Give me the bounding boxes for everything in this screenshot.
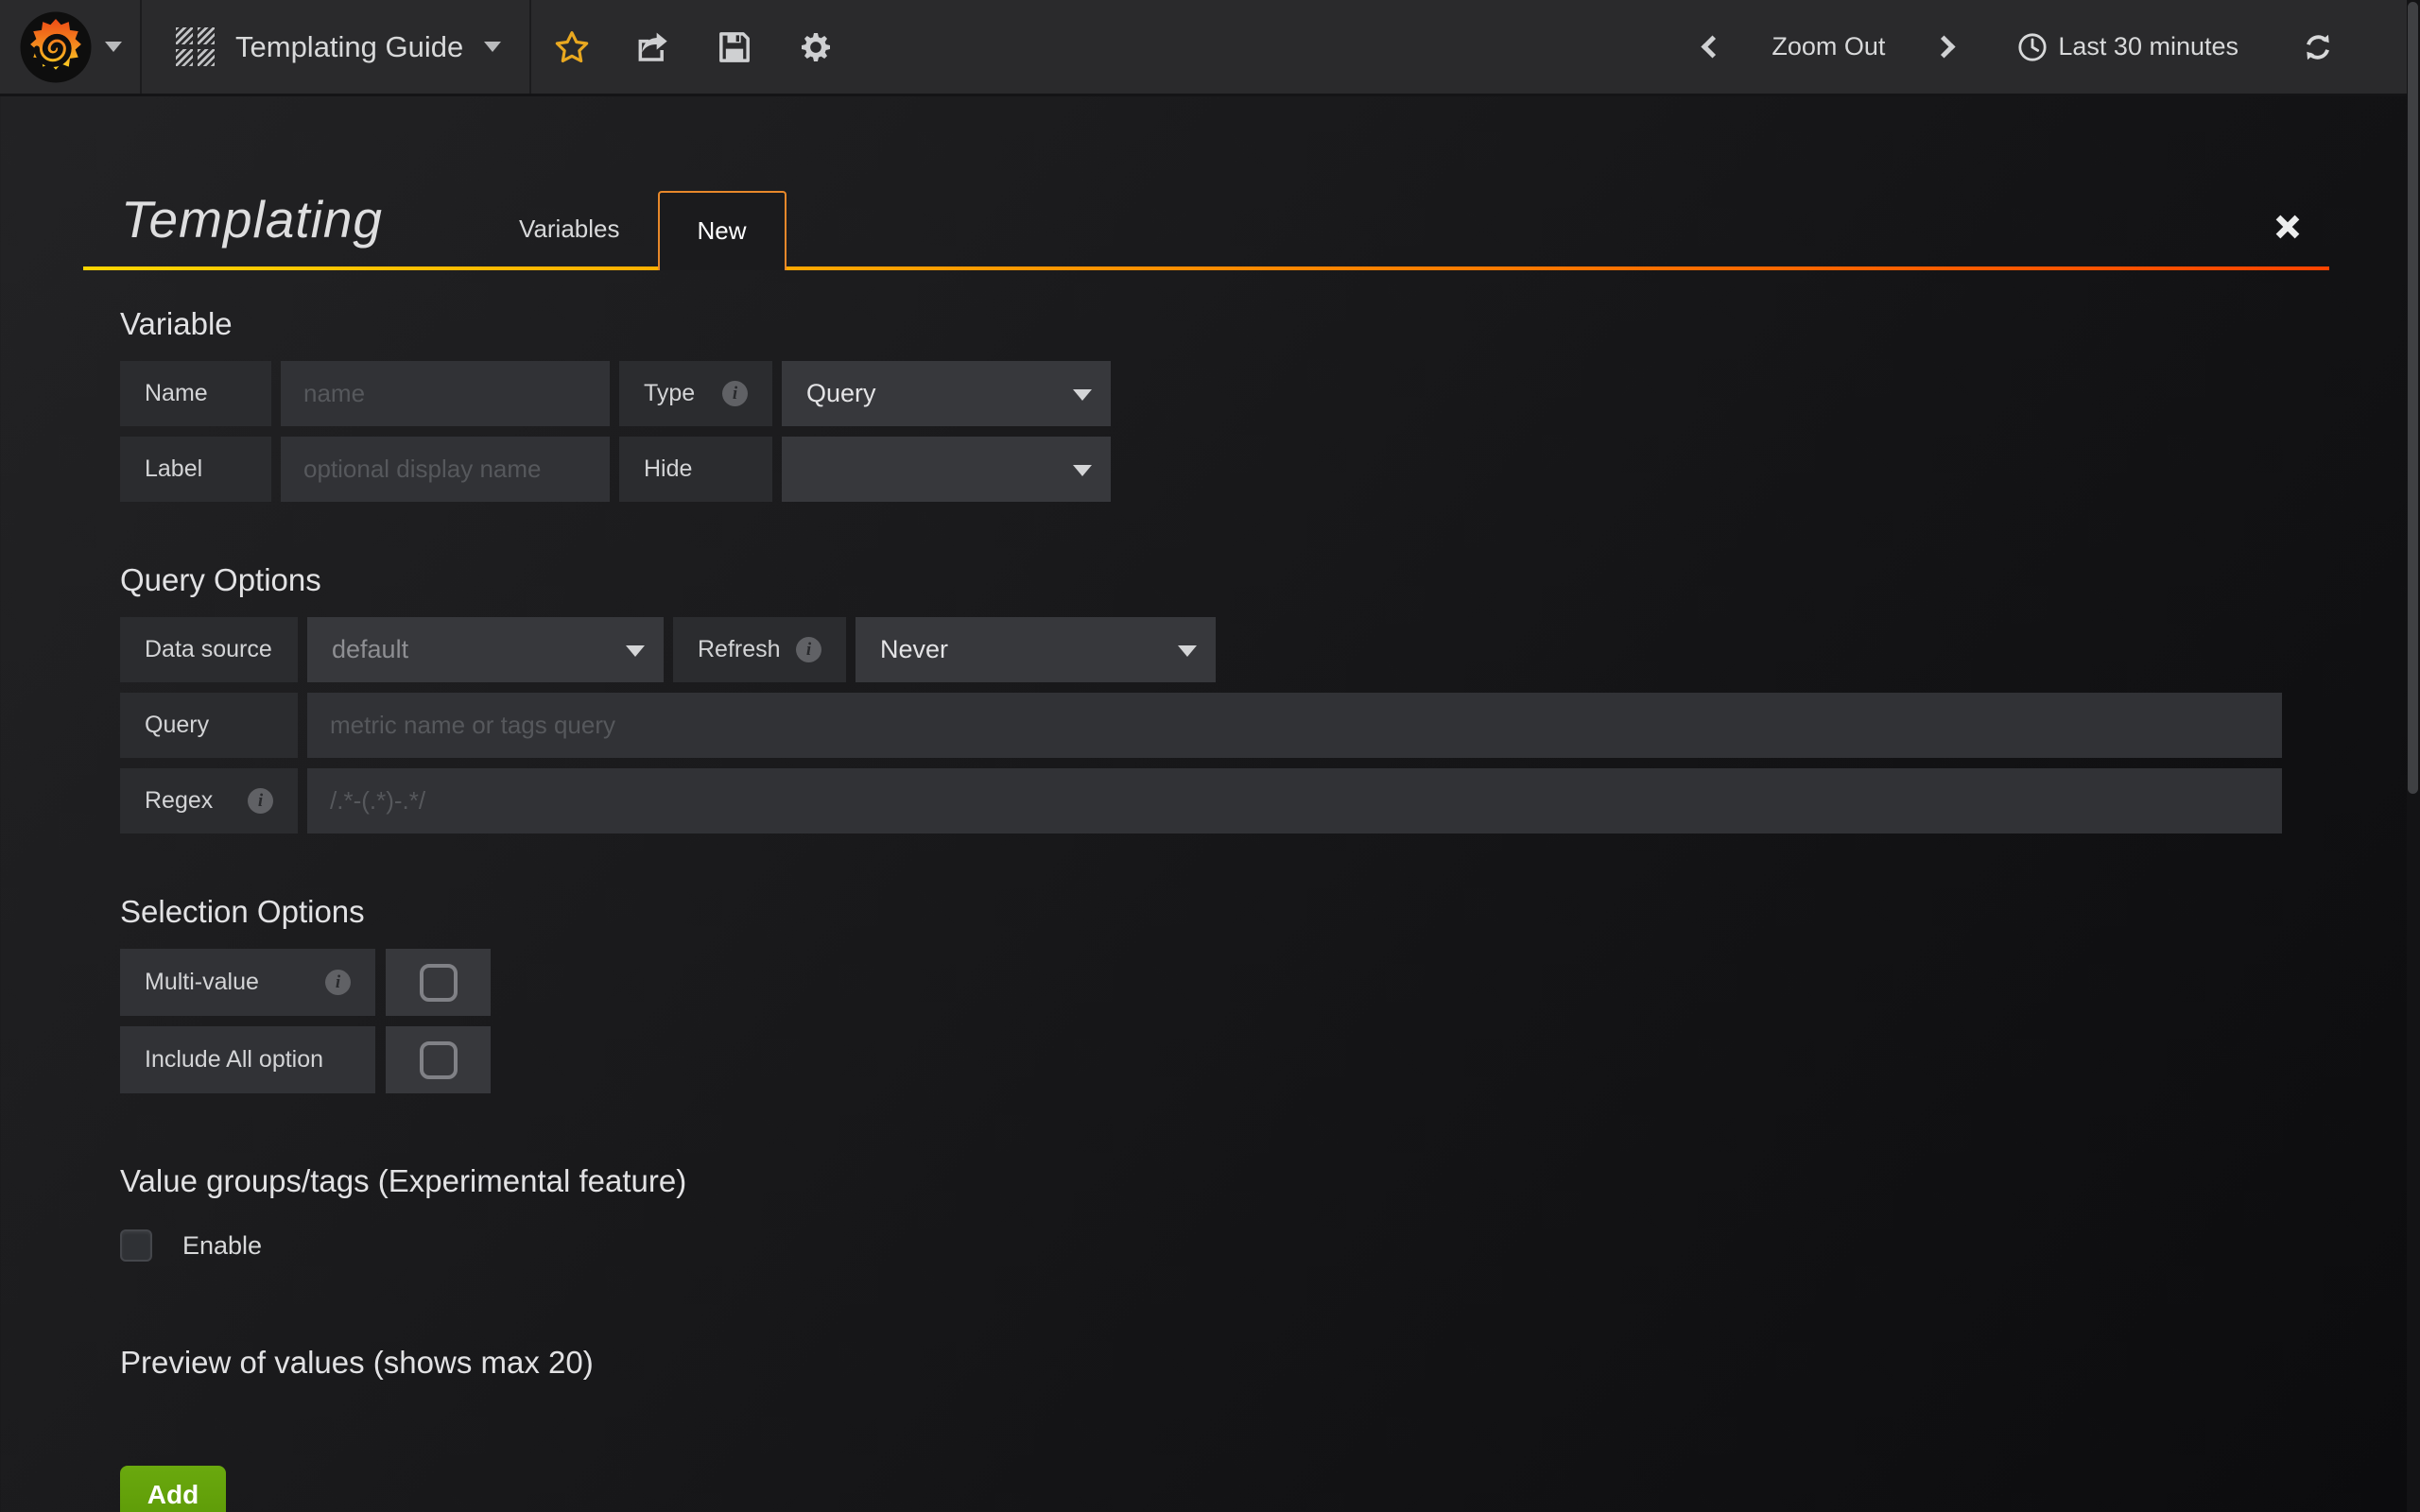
scrollbar-track[interactable] [2407,0,2420,1512]
form-row-label-hide: Label Hide [120,437,2282,502]
regex-input[interactable] [307,768,2282,833]
chevron-down-icon [105,42,122,52]
display-name-input[interactable] [281,437,610,502]
variable-editor-form: Variable Name Type i Query Label Hide Qu… [120,306,2282,1512]
include-all-label: Include All option [120,1026,375,1093]
type-label: Type i [619,361,772,426]
chevron-right-icon [1933,35,1956,58]
form-row-query: Query [120,693,2282,758]
checkbox-unchecked-icon [420,1041,458,1079]
info-icon[interactable]: i [796,637,821,662]
chevron-down-icon [484,42,501,52]
close-button[interactable] [2273,212,2303,242]
scrollbar-thumb[interactable] [2408,2,2418,794]
star-icon [553,28,591,66]
save-dashboard-button[interactable] [694,0,775,94]
zoom-out-button[interactable]: Zoom Out [1743,0,1913,94]
name-input[interactable] [281,361,610,426]
chevron-left-icon [1702,35,1724,58]
refresh-label: Refresh i [673,617,846,682]
save-icon [716,28,753,66]
enable-checkbox[interactable] [120,1229,152,1262]
refresh-select[interactable]: Never [856,617,1216,682]
time-range-label: Last 30 minutes [2058,32,2238,61]
time-shift-forward-button[interactable] [1913,0,1975,94]
refresh-icon [2301,30,2335,64]
section-heading-selection-options: Selection Options [120,894,2282,930]
info-icon[interactable]: i [248,788,273,814]
section-heading-query-options: Query Options [120,562,2282,598]
hide-select[interactable] [782,437,1111,502]
name-label: Name [120,361,271,426]
caret-down-icon [626,645,645,657]
enable-label: Enable [182,1231,262,1261]
tab-new[interactable]: New [658,191,786,270]
caret-down-icon [1073,389,1092,401]
info-icon[interactable]: i [722,381,748,406]
datasource-select[interactable]: default [307,617,664,682]
clock-icon [2016,31,2048,63]
zoom-out-label: Zoom Out [1766,32,1891,61]
datasource-label: Data source [120,617,298,682]
query-input[interactable] [307,693,2282,758]
gear-icon [797,28,835,66]
enable-row: Enable [120,1229,2282,1262]
multi-value-label: Multi-value i [120,949,375,1016]
refresh-dashboard-button[interactable] [2263,0,2360,94]
share-icon [634,28,672,66]
time-range-picker-button[interactable]: Last 30 minutes [1975,0,2263,94]
label-label: Label [120,437,271,502]
dashboard-settings-button[interactable] [775,0,856,94]
templating-header: Templating Variables New [83,96,2329,270]
dashboard-title: Templating Guide [235,30,463,64]
type-select[interactable]: Query [782,361,1111,426]
include-all-row: Include All option [120,1026,2282,1093]
hide-label: Hide [619,437,772,502]
regex-label: Regex i [120,768,298,833]
close-icon [2273,212,2303,242]
star-dashboard-button[interactable] [531,0,613,94]
grafana-menu-button[interactable] [0,0,142,94]
checkbox-unchecked-icon [420,964,458,1002]
caret-down-icon [1178,645,1197,657]
query-label: Query [120,693,298,758]
dashboard-grid-icon [176,27,215,66]
section-heading-value-groups: Value groups/tags (Experimental feature) [120,1163,2282,1199]
include-all-checkbox[interactable] [386,1026,491,1093]
form-row-name-type: Name Type i Query [120,361,2282,426]
page-title: Templating [121,189,383,249]
time-shift-back-button[interactable] [1682,0,1743,94]
share-dashboard-button[interactable] [613,0,694,94]
multi-value-checkbox[interactable] [386,949,491,1016]
navbar: Templating Guide Zoom Out [0,0,2420,96]
section-heading-preview: Preview of values (shows max 20) [120,1345,2282,1381]
form-row-datasource-refresh: Data source default Refresh i Never [120,617,2282,682]
timepicker-controls: Zoom Out Last 30 minutes [1682,0,2420,94]
form-row-regex: Regex i [120,768,2282,833]
section-heading-variable: Variable [120,306,2282,342]
tab-variables[interactable]: Variables [481,191,657,266]
info-icon[interactable]: i [325,970,351,995]
dashboard-picker-button[interactable]: Templating Guide [142,0,531,94]
grafana-logo-icon [18,9,94,85]
multi-value-row: Multi-value i [120,949,2282,1016]
caret-down-icon [1073,465,1092,476]
add-button[interactable]: Add [120,1466,226,1512]
